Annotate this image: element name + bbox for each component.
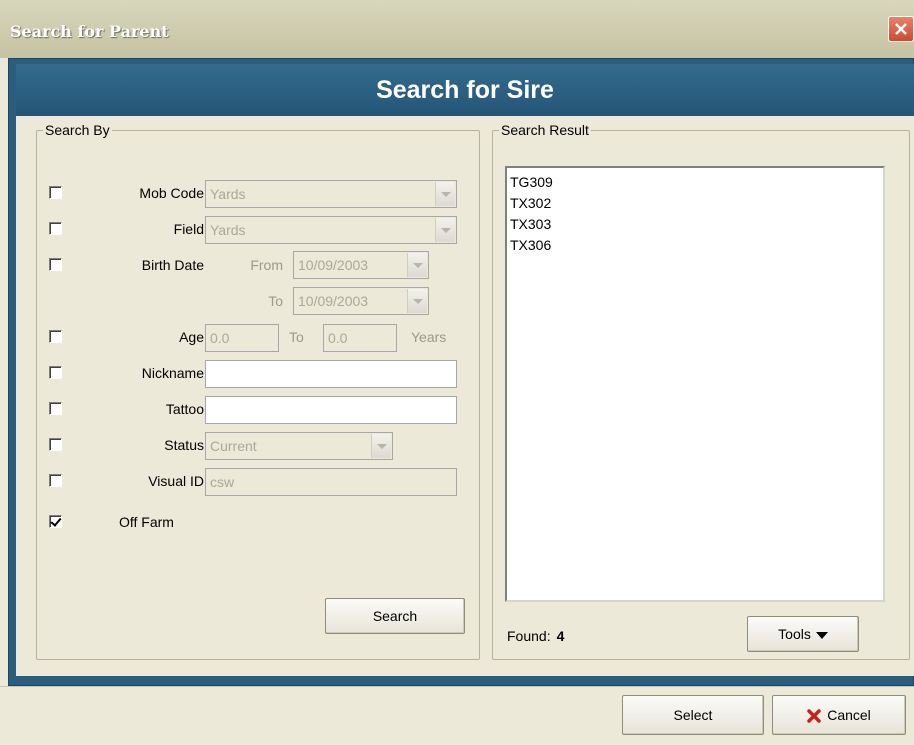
birth-date-checkbox[interactable] (49, 258, 62, 271)
found-label: Found: (507, 628, 551, 644)
select-button[interactable]: Select (622, 695, 764, 735)
content-area: Search By Mob Code Yards Field Yards Bir… (16, 116, 914, 676)
age-from-input[interactable]: 0.0 (205, 324, 279, 352)
search-button-label: Search (372, 608, 418, 624)
search-for-parent-dialog: Search for Parent Search for Sire Search… (0, 0, 914, 745)
mob-code-label: Mob Code (139, 185, 204, 201)
field-checkbox[interactable] (49, 222, 62, 235)
title-bar[interactable]: Search for Parent (0, 0, 914, 58)
status-label: Status (164, 437, 204, 453)
dropdown-arrow-icon (815, 631, 828, 639)
birth-date-to-value: 10/09/2003 (298, 293, 369, 309)
chevron-down-icon[interactable] (371, 434, 391, 458)
field-label: Field (173, 221, 204, 237)
mob-code-combo[interactable]: Yards (205, 180, 457, 208)
field-combo[interactable]: Yards (205, 216, 457, 244)
field-value: Yards (210, 222, 246, 238)
search-result-group: Search Result TG309 TX302 TX303 TX306 Found… (492, 122, 910, 660)
visual-id-checkbox[interactable] (49, 474, 62, 487)
cancel-x-icon (807, 709, 821, 724)
nickname-checkbox[interactable] (49, 366, 62, 379)
birth-date-from-value: 10/09/2003 (298, 257, 369, 273)
cancel-button[interactable]: Cancel (772, 695, 906, 735)
status-checkbox[interactable] (49, 438, 62, 451)
chevron-down-icon[interactable] (435, 218, 455, 242)
window-title: Search for Parent (10, 22, 169, 41)
found-value: 4 (556, 628, 565, 644)
age-to-value: 0.0 (328, 330, 348, 346)
birth-date-to-label: To (268, 293, 283, 309)
list-item[interactable]: TX302 (510, 193, 883, 214)
close-button[interactable] (888, 16, 914, 42)
tools-button[interactable]: Tools (747, 616, 859, 652)
age-unit-label: Years (411, 329, 447, 345)
chevron-down-icon[interactable] (407, 253, 427, 277)
age-to-label: To (289, 329, 304, 345)
mob-code-checkbox[interactable] (49, 186, 62, 199)
tattoo-checkbox[interactable] (49, 402, 62, 415)
age-from-value: 0.0 (210, 330, 230, 346)
search-button[interactable]: Search (325, 598, 465, 634)
birth-date-to-picker[interactable]: 10/09/2003 (293, 287, 429, 315)
age-checkbox[interactable] (49, 330, 62, 343)
search-by-legend: Search By (45, 122, 110, 138)
visual-id-label: Visual ID (148, 473, 204, 489)
nickname-label: Nickname (141, 365, 204, 381)
visual-id-value: csw (210, 474, 235, 490)
chevron-down-icon[interactable] (435, 182, 455, 206)
search-by-group: Search By Mob Code Yards Field Yards Bir… (36, 122, 480, 660)
header-title: Search for Sire (16, 64, 914, 116)
chevron-down-icon[interactable] (407, 289, 427, 313)
age-label: Age (179, 329, 204, 345)
status-combo[interactable]: Current (205, 432, 393, 460)
list-item[interactable]: TG309 (510, 172, 883, 193)
birth-date-from-label: From (250, 257, 283, 273)
select-button-label: Select (673, 707, 713, 723)
list-item[interactable]: TX306 (510, 235, 883, 256)
search-result-list[interactable]: TG309 TX302 TX303 TX306 (505, 166, 885, 602)
birth-date-from-picker[interactable]: 10/09/2003 (293, 251, 429, 279)
mob-code-value: Yards (210, 186, 246, 202)
tattoo-label: Tattoo (165, 401, 204, 417)
age-to-input[interactable]: 0.0 (323, 324, 397, 352)
birth-date-label: Birth Date (141, 257, 204, 273)
found-count: Found: 4 (507, 628, 564, 644)
cancel-button-label: Cancel (827, 707, 871, 723)
list-item[interactable]: TX303 (510, 214, 883, 235)
close-icon (895, 23, 907, 35)
off-farm-checkbox[interactable] (49, 515, 62, 528)
nickname-input[interactable] (205, 360, 457, 388)
tools-button-label: Tools (778, 626, 811, 642)
search-result-legend: Search Result (501, 122, 589, 138)
visual-id-input[interactable]: csw (205, 468, 457, 496)
dialog-footer: Select Cancel (0, 686, 914, 745)
off-farm-label: Off Farm (119, 514, 174, 530)
tattoo-input[interactable] (205, 396, 457, 424)
status-value: Current (210, 438, 257, 454)
